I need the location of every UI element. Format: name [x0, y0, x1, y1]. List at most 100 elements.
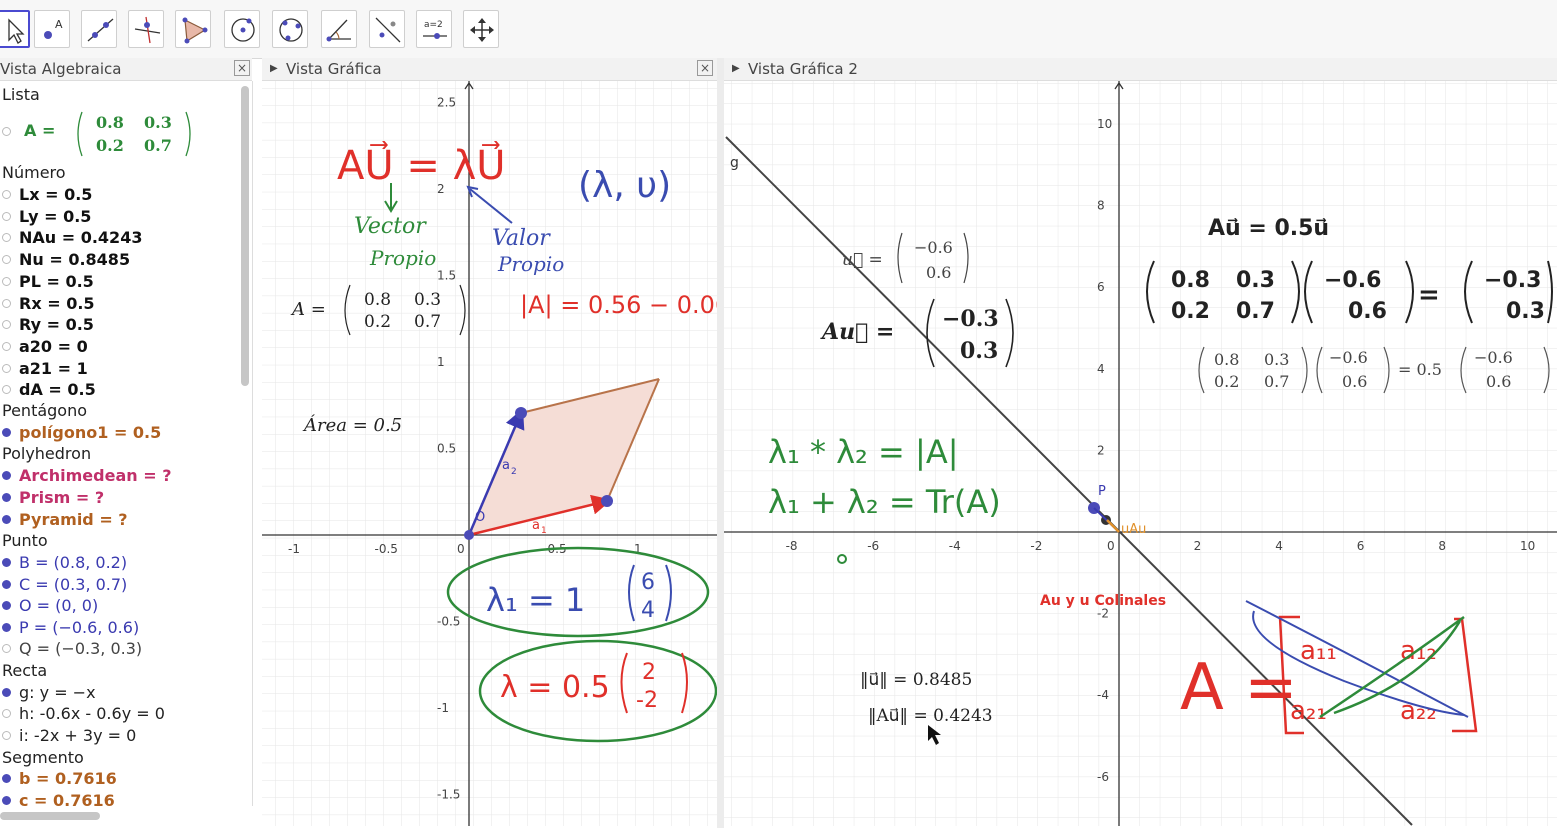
- move-tool-button[interactable]: [0, 10, 30, 48]
- prism-item[interactable]: Prism = ?: [2, 488, 104, 507]
- number-item[interactable]: Rx = 0.5: [2, 294, 95, 313]
- perpendicular-tool-button[interactable]: [128, 10, 164, 48]
- line-h-item[interactable]: h: -0.6x - 0.6y = 0: [2, 704, 165, 723]
- visibility-toggle[interactable]: [2, 709, 11, 718]
- graphics-view-header: ▶ Vista Gráfica ×: [262, 58, 717, 81]
- small-m22: 0.7: [1264, 372, 1289, 391]
- number-item[interactable]: NAu = 0.4243: [2, 228, 142, 247]
- close-graphics-icon[interactable]: ×: [697, 60, 713, 76]
- reflect-tool-button[interactable]: [369, 10, 405, 48]
- visibility-toggle[interactable]: [2, 428, 11, 437]
- visibility-toggle[interactable]: [2, 211, 11, 221]
- point-b[interactable]: [601, 495, 613, 507]
- number-text: NAu = 0.4243: [19, 228, 143, 248]
- poligono-item[interactable]: polígono1 = 0.5: [2, 423, 161, 442]
- y-tick-label-2: 6: [1097, 280, 1105, 294]
- visibility-toggle[interactable]: [2, 363, 11, 373]
- graphics-view-2-canvas[interactable]: -8 -6 -4 -2 0 2 4 6 8 10108642-2-4-6 g P uAu u⃗ =…: [724, 81, 1557, 826]
- move-view-tool-button[interactable]: [463, 10, 499, 48]
- algebra-scrollbar[interactable]: [241, 86, 249, 386]
- reflect-icon: [375, 17, 401, 43]
- visibility-toggle[interactable]: [2, 341, 11, 351]
- point-o-item[interactable]: O = (0, 0): [2, 596, 98, 615]
- visibility-toggle[interactable]: [2, 515, 11, 524]
- hand-eigen-eq: AU⃗ = λU⃗: [337, 141, 506, 189]
- au-vec-name: Au⃗ =: [820, 319, 894, 345]
- polygon-tool-button[interactable]: [175, 10, 211, 48]
- panel-divider[interactable]: [717, 58, 724, 828]
- number-item[interactable]: PL = 0.5: [2, 272, 94, 291]
- visibility-toggle[interactable]: [2, 127, 11, 136]
- point-p-item[interactable]: P = (−0.6, 0.6): [2, 618, 139, 637]
- point-o[interactable]: [464, 530, 474, 540]
- visibility-toggle[interactable]: [2, 774, 11, 783]
- number-item[interactable]: a21 = 1: [2, 359, 88, 378]
- circle-three-points-tool-button[interactable]: [272, 10, 308, 48]
- visibility-toggle[interactable]: [2, 558, 11, 567]
- visibility-toggle[interactable]: [2, 190, 11, 199]
- area-label: Área = 0.5: [302, 413, 402, 436]
- visibility-toggle[interactable]: [2, 276, 11, 286]
- graphics-view-title: Vista Gráfica: [286, 60, 382, 78]
- visibility-toggle[interactable]: [2, 796, 11, 805]
- label-uau: uAu: [1121, 522, 1146, 537]
- segment-b-item[interactable]: b = 0.7616: [2, 769, 117, 788]
- slider-tool-button[interactable]: a=2: [416, 10, 452, 48]
- number-item[interactable]: a20 = 0: [2, 337, 88, 356]
- point-q-item[interactable]: Q = (−0.3, 0.3): [2, 639, 142, 658]
- visibility-toggle[interactable]: [2, 601, 11, 610]
- number-item[interactable]: dA = 0.5: [2, 380, 96, 399]
- line-tool-button[interactable]: [81, 10, 117, 48]
- close-algebra-icon[interactable]: ×: [234, 60, 250, 76]
- x-tick-label-2: 2: [1194, 539, 1202, 553]
- x-tick-label-2: -6: [867, 539, 879, 553]
- point-b-item[interactable]: B = (0.8, 0.2): [2, 553, 127, 572]
- angle-tool-button[interactable]: [321, 10, 357, 48]
- number-item[interactable]: Lx = 0.5: [2, 185, 92, 204]
- visibility-toggle[interactable]: [2, 688, 11, 697]
- norm-au: ‖Au⃗‖ = 0.4243: [868, 706, 993, 726]
- visibility-toggle[interactable]: [2, 385, 11, 395]
- line-i-item[interactable]: i: -2x + 3y = 0: [2, 726, 136, 745]
- point-c[interactable]: [515, 407, 527, 419]
- visibility-toggle[interactable]: [2, 255, 11, 265]
- visibility-toggle[interactable]: [2, 580, 11, 589]
- visibility-toggle[interactable]: [2, 471, 11, 480]
- number-item[interactable]: Ry = 0.5: [2, 315, 94, 334]
- line-i-text: i: -2x + 3y = 0: [19, 726, 137, 745]
- point-c-text: C = (0.3, 0.7): [19, 575, 128, 594]
- line-g-item[interactable]: g: y = −x: [2, 683, 96, 702]
- visibility-toggle[interactable]: [2, 644, 11, 653]
- algebra-horizontal-scrollbar[interactable]: [0, 812, 100, 820]
- visibility-toggle[interactable]: [2, 233, 11, 243]
- category-segmento: Segmento: [2, 748, 84, 767]
- point-o-text: O = (0, 0): [19, 596, 99, 615]
- number-item[interactable]: Ly = 0.5: [2, 207, 91, 226]
- visibility-toggle[interactable]: [2, 493, 11, 502]
- archimedean-item[interactable]: Archimedean = ?: [2, 466, 171, 485]
- y-tick-label-2: -4: [1097, 688, 1109, 702]
- number-item[interactable]: Nu = 0.8485: [2, 250, 130, 269]
- segment-c-item[interactable]: c = 0.7616: [2, 791, 115, 806]
- u-vec-top: −0.6: [914, 238, 953, 257]
- number-text: Lx = 0.5: [19, 185, 93, 204]
- small-eq: = 0.5: [1398, 360, 1442, 379]
- matrix-a-item[interactable]: A = 0.8 0.3 0.2 0.7: [2, 109, 202, 159]
- pyramid-item[interactable]: Pyramid = ?: [2, 510, 128, 529]
- circle-tool-button[interactable]: [224, 10, 260, 48]
- visibility-toggle[interactable]: [2, 320, 11, 330]
- move-arrows-icon: [470, 18, 494, 42]
- m22: 0.7: [144, 136, 172, 155]
- small-u-bottom: 0.6: [1342, 372, 1367, 391]
- matrix-a-name: A =: [24, 121, 56, 140]
- collapse-triangle-icon-2[interactable]: ▶: [732, 58, 740, 80]
- visibility-toggle[interactable]: [2, 731, 11, 740]
- hand-lambda-1: λ₁ = 1: [486, 581, 585, 619]
- visibility-toggle[interactable]: [2, 623, 11, 632]
- point-c-item[interactable]: C = (0.3, 0.7): [2, 575, 127, 594]
- point-tool-button[interactable]: A: [34, 10, 70, 48]
- collapse-triangle-icon[interactable]: ▶: [270, 58, 278, 80]
- graphics-view-canvas[interactable]: -1 -0.5 0 0.5 12.521.510.5-0.5-1-1.5 O a 1 a…: [262, 81, 717, 826]
- circle-center-icon: [231, 18, 255, 42]
- visibility-toggle[interactable]: [2, 298, 11, 308]
